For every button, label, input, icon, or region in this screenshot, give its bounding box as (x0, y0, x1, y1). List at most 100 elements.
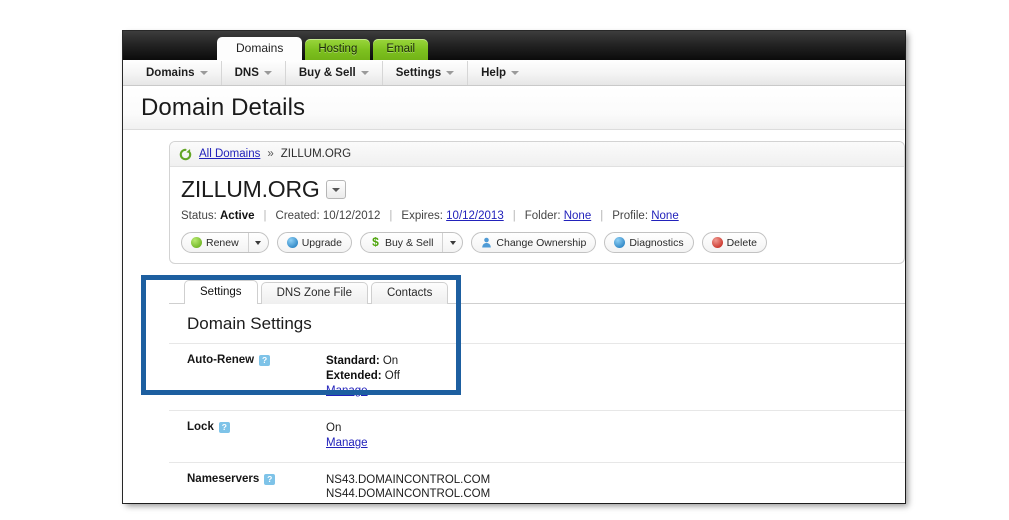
action-button-upgrade[interactable]: Upgrade (276, 232, 352, 253)
manage-link[interactable]: Manage (326, 436, 368, 451)
chevron-down-icon (263, 70, 272, 75)
meta-expires: Expires: 10/12/2013 (401, 210, 503, 222)
domain-name: ZILLUM.ORG (181, 176, 320, 202)
user-icon (481, 237, 492, 248)
setting-row-lock: Lock? On Manage (169, 411, 905, 463)
main-menu-bar: Domains DNS Buy & Sell Settings Help (123, 60, 905, 86)
chevron-down-icon (360, 70, 369, 75)
menu-item-dns[interactable]: DNS (222, 60, 286, 85)
breadcrumb-current: ZILLUM.ORG (280, 148, 352, 160)
action-button-face[interactable]: Upgrade (278, 233, 351, 252)
domain-action-buttons: Renew Upgrade $ Buy & Sell Change Ownership D… (181, 232, 904, 253)
setting-value-text: Off (381, 369, 400, 382)
setting-label-text: Nameservers (187, 472, 260, 485)
help-icon[interactable]: ? (264, 473, 276, 485)
page-title-band: Domain Details (123, 86, 905, 130)
setting-note: Updated 10/11/2012 (326, 502, 490, 504)
refresh-icon[interactable] (179, 148, 192, 161)
action-button-change-ownership[interactable]: Change Ownership (471, 232, 597, 253)
menu-item-settings[interactable]: Settings (383, 60, 469, 85)
domain-meta-row: Status: Active | Created: 10/12/2012 | Expir… (181, 210, 904, 222)
setting-label: Auto-Renew? (187, 354, 326, 399)
action-button-label: Delete (726, 236, 757, 249)
action-button-face[interactable]: Diagnostics (605, 233, 692, 252)
breadcrumb-separator: » (267, 148, 274, 160)
settings-heading: Domain Settings (169, 304, 905, 344)
meta-value[interactable]: None (564, 210, 592, 222)
action-button-label: Renew (206, 236, 239, 249)
action-button-dropdown[interactable] (442, 233, 462, 252)
action-button-diagnostics[interactable]: Diagnostics (604, 232, 694, 253)
action-button-buy-sell[interactable]: $ Buy & Sell (359, 232, 464, 253)
product-tab-domains[interactable]: Domains (217, 37, 303, 60)
meta-separator: | (600, 210, 604, 222)
dollar-icon: $ (372, 234, 379, 249)
application-window: Domains Hosting Email Domains DNS Buy & Sell… (123, 31, 905, 503)
menu-item-domains[interactable]: Domains (133, 60, 222, 85)
product-tab-email[interactable]: Email (373, 39, 429, 60)
meta-status: Status: Active (181, 210, 255, 222)
menu-item-help[interactable]: Help (468, 61, 532, 85)
domain-name-row: ZILLUM.ORG (181, 176, 904, 203)
settings-tab-bar: Settings DNS Zone File Contacts (169, 280, 905, 304)
meta-created: Created: 10/12/2012 (276, 210, 381, 222)
action-button-face[interactable]: Delete (703, 233, 766, 252)
chevron-down-icon (255, 240, 262, 245)
settings-card: Domain Settings Auto-Renew? Standard: On E… (169, 303, 905, 503)
page-title: Domain Details (141, 93, 306, 121)
setting-value-line: NS43.DOMAINCONTROL.COM (326, 473, 490, 488)
action-button-label: Buy & Sell (384, 236, 434, 249)
meta-profile: Profile: None (612, 210, 679, 222)
setting-value-text: NS43.DOMAINCONTROL.COM (326, 473, 491, 486)
menu-item-label: Domains (146, 66, 195, 79)
top-bar: Domains Hosting Email (123, 31, 905, 60)
setting-label: Nameservers? (187, 473, 326, 504)
chevron-down-icon (449, 240, 456, 245)
setting-value-text: On (379, 355, 399, 367)
action-button-face[interactable]: Change Ownership (472, 233, 595, 252)
action-button-face[interactable]: $ Buy & Sell (361, 233, 442, 252)
setting-value-line: Standard: On (326, 354, 400, 369)
setting-label: Lock? (187, 421, 326, 451)
chevron-down-icon (511, 70, 520, 75)
menu-item-label: Buy & Sell (298, 66, 356, 79)
delete-icon (711, 237, 723, 248)
breadcrumb-all-domains-link[interactable]: All Domains (199, 148, 260, 160)
settings-rows: Auto-Renew? Standard: On Extended: Off Mana… (169, 344, 905, 503)
menu-item-label: Help (481, 66, 507, 79)
setting-value-line: On (326, 421, 368, 436)
menu-item-label: DNS (234, 66, 259, 79)
meta-value[interactable]: 10/12/2013 (446, 210, 504, 222)
action-button-dropdown[interactable] (247, 233, 268, 252)
meta-value: 10/12/2012 (322, 210, 381, 222)
domain-summary-body: ZILLUM.ORG Status: Active | Created: 10/12… (170, 167, 904, 263)
setting-value: NS43.DOMAINCONTROL.COM NS44.DOMAINCONTROL… (326, 473, 490, 504)
tab-contacts[interactable]: Contacts (370, 282, 449, 304)
renew-icon (191, 237, 202, 248)
settings-section: Settings DNS Zone File Contacts Domain Set… (141, 275, 905, 503)
meta-value[interactable]: None (651, 210, 679, 222)
action-button-face[interactable]: Renew (182, 233, 248, 252)
meta-separator: | (512, 210, 516, 222)
product-tab-hosting[interactable]: Hosting (305, 39, 371, 60)
domain-actions-dropdown-button[interactable] (325, 180, 346, 199)
chevron-down-icon (331, 187, 340, 192)
setting-value-text: On (326, 421, 342, 434)
setting-value-prefix: Standard: (326, 355, 380, 367)
meta-folder: Folder: None (525, 210, 592, 222)
product-tab-bar: Domains Hosting Email (217, 37, 429, 60)
setting-label-text: Auto-Renew (187, 354, 255, 366)
setting-row-auto-renew: Auto-Renew? Standard: On Extended: Off Mana… (169, 344, 905, 411)
action-button-delete[interactable]: Delete (701, 232, 767, 253)
help-icon[interactable]: ? (218, 421, 230, 433)
tab-dns-zone-file[interactable]: DNS Zone File (260, 282, 368, 304)
setting-value-line: NS44.DOMAINCONTROL.COM (326, 487, 490, 502)
action-button-renew[interactable]: Renew (181, 232, 269, 253)
action-button-label: Diagnostics (629, 236, 684, 249)
tab-settings[interactable]: Settings (184, 280, 258, 304)
menu-item-buy-sell[interactable]: Buy & Sell (286, 60, 383, 85)
action-button-label: Upgrade (301, 236, 342, 249)
meta-label: Expires: (401, 210, 447, 222)
help-icon[interactable]: ? (259, 355, 271, 366)
manage-link[interactable]: Manage (326, 384, 368, 399)
